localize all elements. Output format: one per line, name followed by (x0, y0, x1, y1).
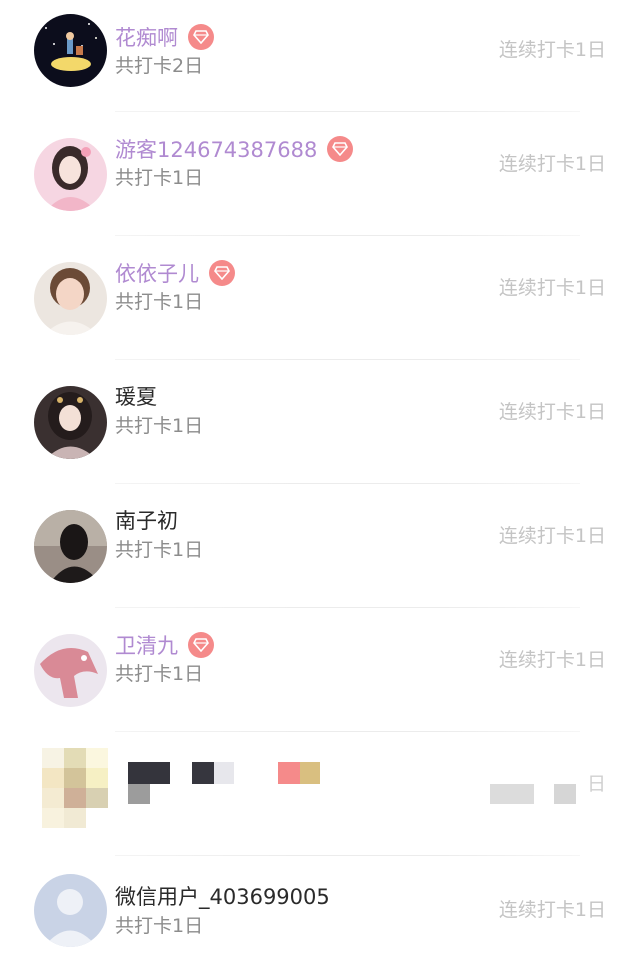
avatar[interactable] (34, 874, 107, 947)
list-item[interactable]: 花痴啊 共打卡2日 连续打卡1日 (0, 0, 640, 112)
pixelated-streak (490, 784, 580, 806)
total-checkin: 共打卡1日 (115, 291, 204, 313)
list-item[interactable]: 依依子儿 共打卡1日 连续打卡1日 (0, 236, 640, 360)
streak-checkin: 连续打卡1日 (498, 277, 606, 299)
avatar[interactable] (34, 634, 107, 707)
pixelated-avatar (42, 748, 108, 828)
diamond-icon (327, 136, 354, 162)
total-checkin: 共打卡1日 (115, 539, 204, 561)
streak-checkin: 连续打卡1日 (498, 649, 606, 671)
total-checkin: 共打卡1日 (115, 663, 204, 685)
diamond-icon (188, 632, 214, 658)
user-name: 南子初 (115, 509, 178, 533)
list-item[interactable]: 游客124674387688 共打卡1日 连续打卡1日 (0, 112, 640, 236)
user-name: 卫清九 (115, 632, 214, 659)
user-name: 花痴啊 (115, 24, 214, 51)
list-item[interactable]: 南子初 共打卡1日 连续打卡1日 (0, 484, 640, 608)
streak-checkin: 连续打卡1日 (498, 401, 606, 423)
total-checkin: 共打卡1日 (115, 915, 204, 937)
user-name: 游客124674387688 (115, 136, 354, 163)
total-checkin: 共打卡2日 (115, 55, 204, 77)
streak-fragment: 日 (586, 773, 606, 795)
avatar[interactable] (34, 510, 107, 583)
checkin-ranking-list: 花痴啊 共打卡2日 连续打卡1日 游客124674387688 共打卡1日 连续… (0, 0, 640, 980)
diamond-icon (209, 260, 235, 286)
list-item[interactable]: 微信用户_403699005 共打卡1日 连续打卡1日 (0, 856, 640, 980)
pixelated-name (128, 762, 328, 812)
user-name: 微信用户_403699005 (115, 885, 330, 909)
streak-checkin: 连续打卡1日 (498, 153, 606, 175)
list-item[interactable]: 瑗夏 共打卡1日 连续打卡1日 (0, 360, 640, 484)
user-name: 瑗夏 (115, 385, 157, 409)
diamond-icon (188, 24, 214, 50)
avatar[interactable] (34, 262, 107, 335)
avatar[interactable] (34, 14, 107, 87)
streak-checkin: 连续打卡1日 (498, 525, 606, 547)
avatar[interactable] (34, 138, 107, 211)
list-item[interactable]: 卫清九 共打卡1日 连续打卡1日 (0, 608, 640, 732)
list-item[interactable]: 日 (0, 732, 640, 856)
avatar[interactable] (34, 386, 107, 459)
total-checkin: 共打卡1日 (115, 415, 204, 437)
user-name: 依依子儿 (115, 260, 235, 287)
total-checkin: 共打卡1日 (115, 167, 204, 189)
streak-checkin: 连续打卡1日 (498, 899, 606, 921)
streak-checkin: 连续打卡1日 (498, 39, 606, 61)
